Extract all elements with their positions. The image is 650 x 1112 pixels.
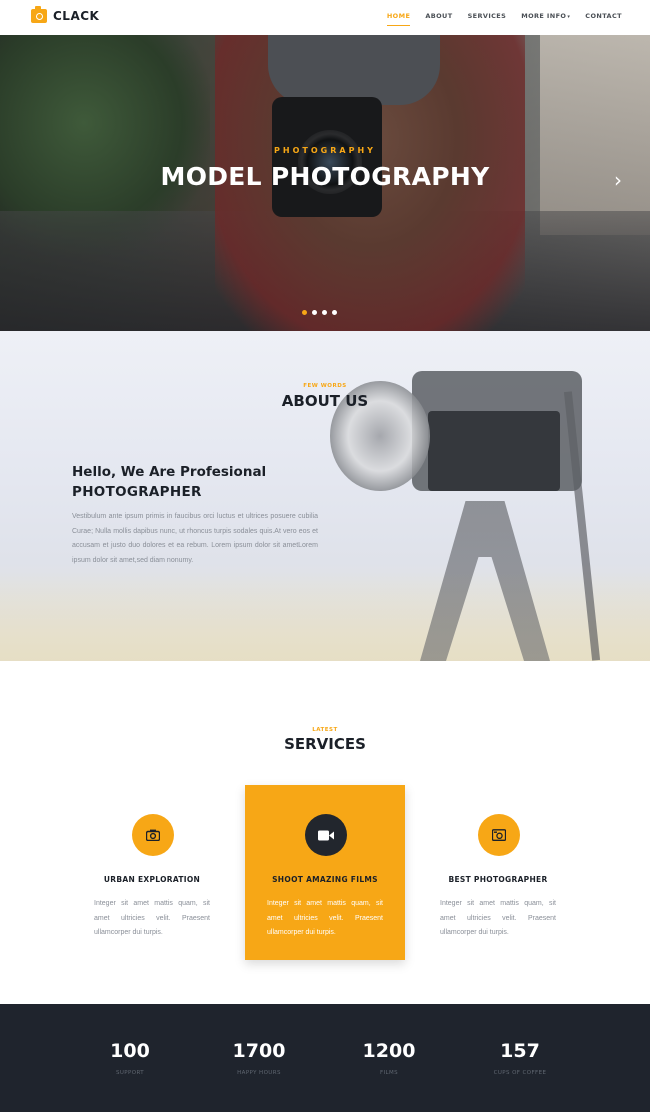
nav-more-info[interactable]: MORE INFO▾: [521, 12, 570, 26]
stat-value: 1200: [362, 1040, 416, 1062]
services-title: SERVICES: [284, 735, 366, 753]
brand-name: CLACK: [53, 9, 100, 23]
camera-icon: [31, 6, 47, 23]
service-title: BEST PHOTOGRAPHER: [448, 875, 548, 884]
about-heading-line2: PHOTOGRAPHER: [72, 484, 202, 500]
about-background-haze: [0, 571, 650, 661]
slider-dot-1[interactable]: [302, 310, 307, 315]
stat-cups-of-coffee: 157 CUPS OF COFFEE: [450, 1040, 590, 1076]
hero-photo-hat: [268, 35, 440, 105]
about-section: FEW WORDS ABOUT US Hello, We Are Profesi…: [0, 331, 650, 661]
stat-value: 157: [500, 1040, 540, 1062]
about-title: ABOUT US: [281, 392, 369, 410]
about-photo-camera-screen: [428, 411, 560, 491]
camera-icon: [132, 814, 174, 856]
hero-slider: PHOTOGRAPHY MODEL PHOTOGRAPHY ›: [0, 35, 650, 331]
service-card-photographer[interactable]: BEST PHOTOGRAPHER Integer sit amet matti…: [418, 785, 578, 960]
stat-support: 100 SUPPORT: [60, 1040, 200, 1076]
hero-subtitle: PHOTOGRAPHY: [274, 146, 376, 155]
services-section: LATEST SERVICES URBAN EXPLORATION Intege…: [0, 661, 650, 1004]
services-kicker: LATEST: [312, 727, 338, 733]
video-camera-icon: [305, 814, 347, 856]
stat-label: FILMS: [379, 1070, 399, 1076]
nav-home[interactable]: HOME: [386, 12, 411, 26]
nav-more-info-label: MORE INFO: [521, 12, 567, 20]
slider-dot-3[interactable]: [322, 310, 327, 315]
service-title: SHOOT AMAZING FILMS: [272, 875, 378, 884]
service-title: URBAN EXPLORATION: [103, 875, 201, 884]
photo-camera-icon: [478, 814, 520, 856]
stat-films: 1200 FILMS: [319, 1040, 459, 1076]
nav-services[interactable]: SERVICES: [468, 12, 507, 26]
main-menu: HOME ABOUT SERVICES MORE INFO▾ CONTACT: [372, 12, 622, 26]
service-text: Integer sit amet mattis quam, sit amet u…: [94, 900, 210, 937]
nav-about[interactable]: ABOUT: [425, 12, 452, 26]
hero-title: MODEL PHOTOGRAPHY: [160, 162, 490, 191]
stat-label: CUPS OF COFFEE: [493, 1070, 547, 1076]
stat-value: 1700: [232, 1040, 286, 1062]
stat-label: SUPPORT: [115, 1070, 145, 1076]
top-navbar: CLACK HOME ABOUT SERVICES MORE INFO▾ CON…: [0, 0, 650, 35]
logo[interactable]: CLACK: [31, 6, 100, 23]
chevron-right-icon[interactable]: ›: [614, 170, 622, 190]
chevron-down-icon: ▾: [567, 14, 571, 20]
stat-happy-hours: 1700 HAPPY HOURS: [189, 1040, 329, 1076]
slider-dots: [302, 310, 337, 315]
about-heading-line1: Hello, We Are Profesional: [72, 464, 267, 480]
service-card-urban[interactable]: URBAN EXPLORATION Integer sit amet matti…: [72, 785, 232, 960]
stat-value: 100: [110, 1040, 150, 1062]
service-text: Integer sit amet mattis quam, sit amet u…: [440, 900, 556, 937]
stats-section: 100 SUPPORT 1700 HAPPY HOURS 1200 FILMS …: [0, 1004, 650, 1112]
hero-background-building: [540, 35, 650, 235]
about-body: Vestibulum ante ipsum primis in faucibus…: [72, 513, 318, 564]
slider-dot-4[interactable]: [332, 310, 337, 315]
stat-label: HAPPY HOURS: [237, 1070, 281, 1076]
nav-contact[interactable]: CONTACT: [585, 12, 622, 26]
about-kicker: FEW WORDS: [303, 383, 347, 389]
service-text: Integer sit amet mattis quam, sit amet u…: [267, 900, 383, 937]
slider-dot-2[interactable]: [312, 310, 317, 315]
service-card-films[interactable]: SHOOT AMAZING FILMS Integer sit amet mat…: [245, 785, 405, 960]
